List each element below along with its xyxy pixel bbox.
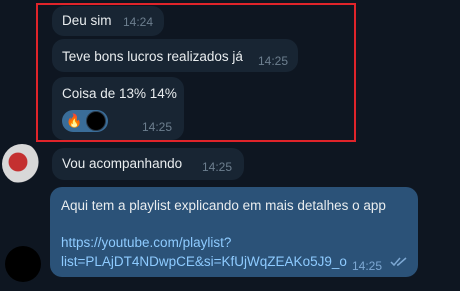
message-text: Teve bons lucros realizados já: [62, 49, 243, 64]
chat-area: Deu sim 14:24 Teve bons lucros realizado…: [0, 0, 460, 291]
message-time: 14:25: [352, 259, 383, 273]
reaction-pill[interactable]: 🔥: [62, 110, 108, 132]
outgoing-message-bubble[interactable]: Aqui tem a playlist explicando em mais d…: [50, 187, 418, 277]
message-time: 14:25: [202, 160, 233, 174]
message-bubble[interactable]: Coisa de 13% 14% 🔥 14:25: [52, 77, 184, 140]
message-bubble[interactable]: Teve bons lucros realizados já 14:25: [52, 39, 298, 72]
message-time: 14:25: [142, 120, 173, 134]
sender-avatar[interactable]: [2, 144, 42, 184]
playlist-link-continued[interactable]: list=PLAjDT4NDwpCE&si=KfUjWqZEAKo5J9_o: [61, 254, 347, 269]
avatar-icon: [86, 111, 106, 131]
sender-avatar[interactable]: [5, 246, 41, 282]
message-time: 14:25: [258, 54, 289, 68]
fire-icon: 🔥: [66, 113, 83, 128]
message-text: Aqui tem a playlist explicando em mais d…: [61, 198, 386, 213]
message-text: Vou acompanhando: [62, 156, 183, 171]
message-text: Coisa de 13% 14%: [62, 86, 177, 101]
double-check-icon: [390, 257, 407, 267]
message-text: Deu sim: [62, 13, 112, 28]
message-bubble[interactable]: Deu sim 14:24: [52, 6, 164, 36]
playlist-link[interactable]: https://youtube.com/playlist?: [61, 235, 231, 250]
message-time: 14:24: [123, 15, 154, 29]
message-bubble[interactable]: Vou acompanhando 14:25: [52, 148, 244, 180]
